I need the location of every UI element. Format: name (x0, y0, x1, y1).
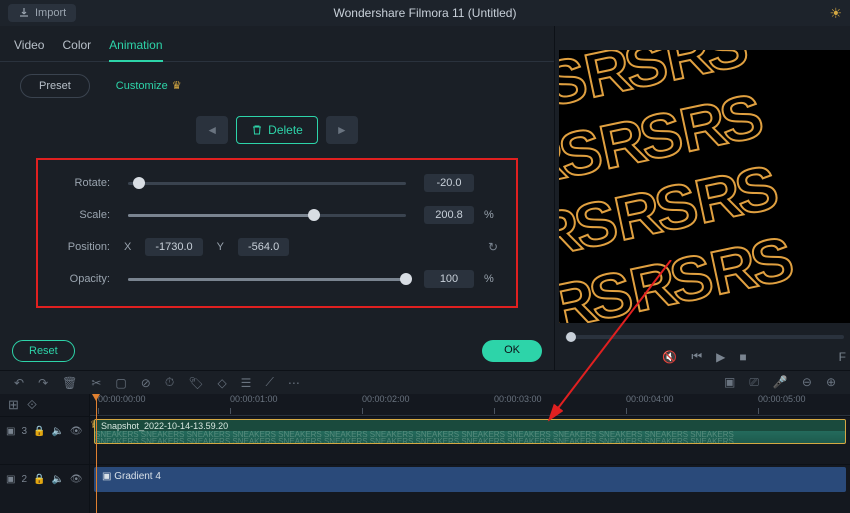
prev-frame-icon[interactable]: ⏮ (691, 349, 702, 364)
mute-track-icon[interactable]: 🔈 (51, 474, 63, 485)
mute-track-icon[interactable]: 🔈 (51, 426, 63, 437)
zoom-in-icon[interactable]: ⊕ (826, 375, 836, 390)
opacity-value[interactable]: 100 (424, 270, 474, 288)
marker-icon[interactable]: 🏷 (188, 376, 203, 390)
import-button[interactable]: Import (8, 4, 76, 22)
mixer-icon[interactable]: ⎚ (749, 375, 759, 390)
tab-animation[interactable]: Animation (109, 34, 162, 62)
speed-icon[interactable]: ⊘ (141, 376, 151, 390)
track-head-2[interactable]: ▣2 🔒 🔈 👁 (0, 464, 89, 494)
timeline-ruler[interactable]: 00:00:00:00 00:00:01:00 00:00:02:00 00:0… (90, 394, 850, 416)
clip-snapshot[interactable]: Snapshot_2022-10-14-13.59.20 SNEAKERS SN… (94, 419, 846, 444)
timer-icon[interactable]: ⏱ (165, 375, 174, 390)
playhead[interactable] (96, 394, 97, 513)
tab-color[interactable]: Color (62, 34, 91, 61)
lock-icon[interactable]: 🔒 (33, 426, 45, 437)
trash-icon[interactable]: 🗑 (62, 376, 77, 390)
delete-button[interactable]: Delete (236, 116, 318, 144)
scale-slider[interactable] (128, 214, 406, 217)
reset-button[interactable]: Reset (12, 340, 75, 362)
render-icon[interactable]: ▣ (724, 375, 735, 390)
import-label: Import (35, 7, 66, 19)
next-keyframe-button[interactable]: ► (326, 116, 358, 144)
highlight-box: Rotate: -20.0 Scale: 200.8 % Position: X… (36, 158, 518, 308)
visibility-icon[interactable]: 👁 (70, 426, 83, 437)
mute-icon[interactable]: 🔇 (662, 350, 677, 364)
fullscreen-icon[interactable]: F (839, 350, 846, 364)
position-label: Position: (56, 241, 110, 253)
position-x-value[interactable]: -1730.0 (145, 238, 202, 256)
keyframe-icon[interactable]: ◇ (217, 376, 226, 390)
tips-icon[interactable]: ☀ (829, 5, 842, 22)
crop-icon[interactable]: ▢ (115, 376, 126, 390)
lock-icon[interactable]: 🔒 (33, 474, 45, 485)
track-head-1[interactable]: ▣3 🔒 🔈 👁 (0, 416, 89, 446)
visibility-icon[interactable]: 👁 (70, 474, 83, 485)
opacity-slider[interactable] (128, 278, 406, 281)
track-link-icon[interactable]: ⟐ (27, 397, 37, 413)
preview-content: RSRSRS RSRSRS RSRSRS RSRSRS (559, 50, 850, 323)
fade-icon[interactable]: ⟋ (265, 375, 273, 390)
stop-icon[interactable]: ■ (739, 350, 746, 364)
cut-icon[interactable]: ✂ (91, 376, 101, 390)
position-y-value[interactable]: -564.0 (238, 238, 289, 256)
tab-video[interactable]: Video (14, 34, 44, 61)
more-icon[interactable]: ⋯ (288, 376, 300, 390)
opacity-label: Opacity: (56, 273, 110, 285)
preview-canvas[interactable]: RSRSRS RSRSRS RSRSRS RSRSRS (559, 50, 850, 323)
redo-icon[interactable]: ↷ (38, 376, 48, 390)
crown-icon: ♛ (172, 80, 182, 92)
position-reset-icon[interactable]: ↻ (488, 240, 498, 254)
subtab-customize[interactable]: Customize♛ (98, 74, 200, 98)
subtab-preset[interactable]: Preset (20, 74, 90, 98)
position-x-label: X (124, 241, 131, 253)
clip-gradient[interactable]: ▣ Gradient 4 (94, 467, 846, 492)
track-manager-icon[interactable]: ⊞ (8, 397, 19, 413)
prev-keyframe-button[interactable]: ◄ (196, 116, 228, 144)
opacity-unit: % (484, 273, 498, 285)
rotate-label: Rotate: (56, 177, 110, 189)
zoom-out-icon[interactable]: ⊖ (802, 375, 812, 390)
undo-icon[interactable]: ↶ (14, 376, 24, 390)
play-icon[interactable]: ▶ (716, 350, 725, 364)
mic-icon[interactable]: 🎤 (773, 375, 788, 390)
menu-icon[interactable]: ☰ (241, 376, 252, 390)
position-y-label: Y (217, 241, 224, 253)
scale-unit: % (484, 209, 498, 221)
preview-scrubber[interactable] (565, 335, 844, 339)
app-title: Wondershare Filmora 11 (Untitled) (334, 6, 517, 20)
scale-label: Scale: (56, 209, 110, 221)
rotate-slider[interactable] (128, 182, 406, 185)
ok-button[interactable]: OK (482, 340, 542, 362)
scale-value[interactable]: 200.8 (424, 206, 474, 224)
rotate-value[interactable]: -20.0 (424, 174, 474, 192)
